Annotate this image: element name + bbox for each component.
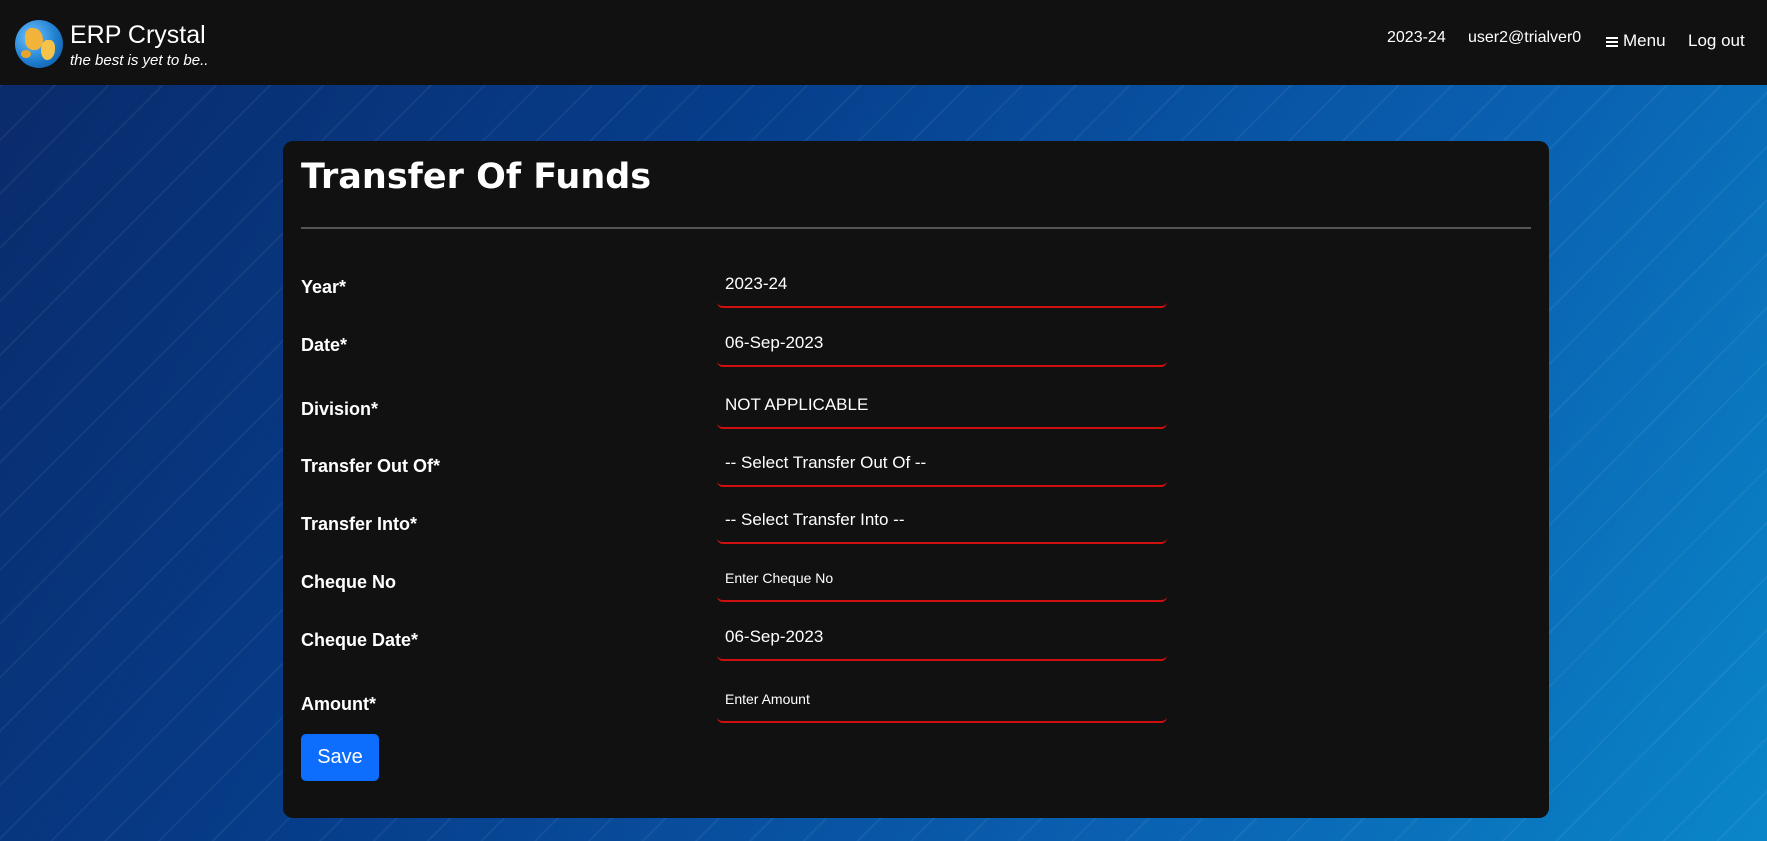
save-button[interactable]: Save — [301, 734, 379, 781]
globe-logo-icon — [15, 20, 63, 68]
title-divider — [301, 227, 1531, 229]
cheque-date-label: Cheque Date* — [301, 630, 419, 650]
amount-field[interactable] — [717, 676, 1167, 723]
transfer-funds-form-card: Transfer Of Funds Year* 2023-24 Date* 06… — [283, 141, 1549, 818]
app-tagline: the best is yet to be.. — [70, 52, 209, 69]
transfer-out-value: -- Select Transfer Out Of -- — [725, 452, 927, 472]
division-label: Division* — [301, 399, 379, 419]
menu-label: Menu — [1623, 31, 1666, 50]
nav-user[interactable]: user2@trialver0 — [1468, 29, 1581, 47]
cheque-no-field[interactable] — [717, 555, 1167, 602]
year-value: 2023-24 — [725, 273, 788, 293]
cheque-no-input[interactable] — [725, 569, 1167, 586]
transfer-into-select[interactable]: -- Select Transfer Into -- — [717, 497, 1167, 544]
date-label: Date* — [301, 335, 348, 355]
transfer-out-select[interactable]: -- Select Transfer Out Of -- — [717, 440, 1167, 487]
app-title[interactable]: ERP Crystal — [70, 21, 206, 50]
top-navbar: ERP Crystal the best is yet to be.. 2023… — [0, 0, 1767, 85]
date-field[interactable]: 06-Sep-2023 — [717, 320, 1167, 367]
transfer-into-label: Transfer Into* — [301, 514, 418, 534]
amount-label: Amount* — [301, 694, 376, 714]
cheque-date-field[interactable]: 06-Sep-2023 — [717, 614, 1167, 661]
amount-input[interactable] — [725, 690, 1167, 707]
year-label: Year* — [301, 277, 347, 297]
hamburger-icon — [1606, 36, 1618, 47]
transfer-into-value: -- Select Transfer Into -- — [725, 509, 905, 529]
division-select[interactable]: NOT APPLICABLE — [717, 382, 1167, 429]
page-title: Transfer Of Funds — [301, 157, 652, 197]
transfer-out-label: Transfer Out Of* — [301, 456, 441, 476]
cheque-date-value: 06-Sep-2023 — [725, 626, 824, 646]
year-select[interactable]: 2023-24 — [717, 261, 1167, 308]
logout-link[interactable]: Log out — [1688, 31, 1745, 51]
date-value: 06-Sep-2023 — [725, 332, 824, 352]
division-value: NOT APPLICABLE — [725, 394, 869, 414]
menu-button[interactable]: Menu — [1606, 31, 1666, 51]
nav-financial-year[interactable]: 2023-24 — [1387, 29, 1446, 47]
cheque-no-label: Cheque No — [301, 572, 397, 592]
